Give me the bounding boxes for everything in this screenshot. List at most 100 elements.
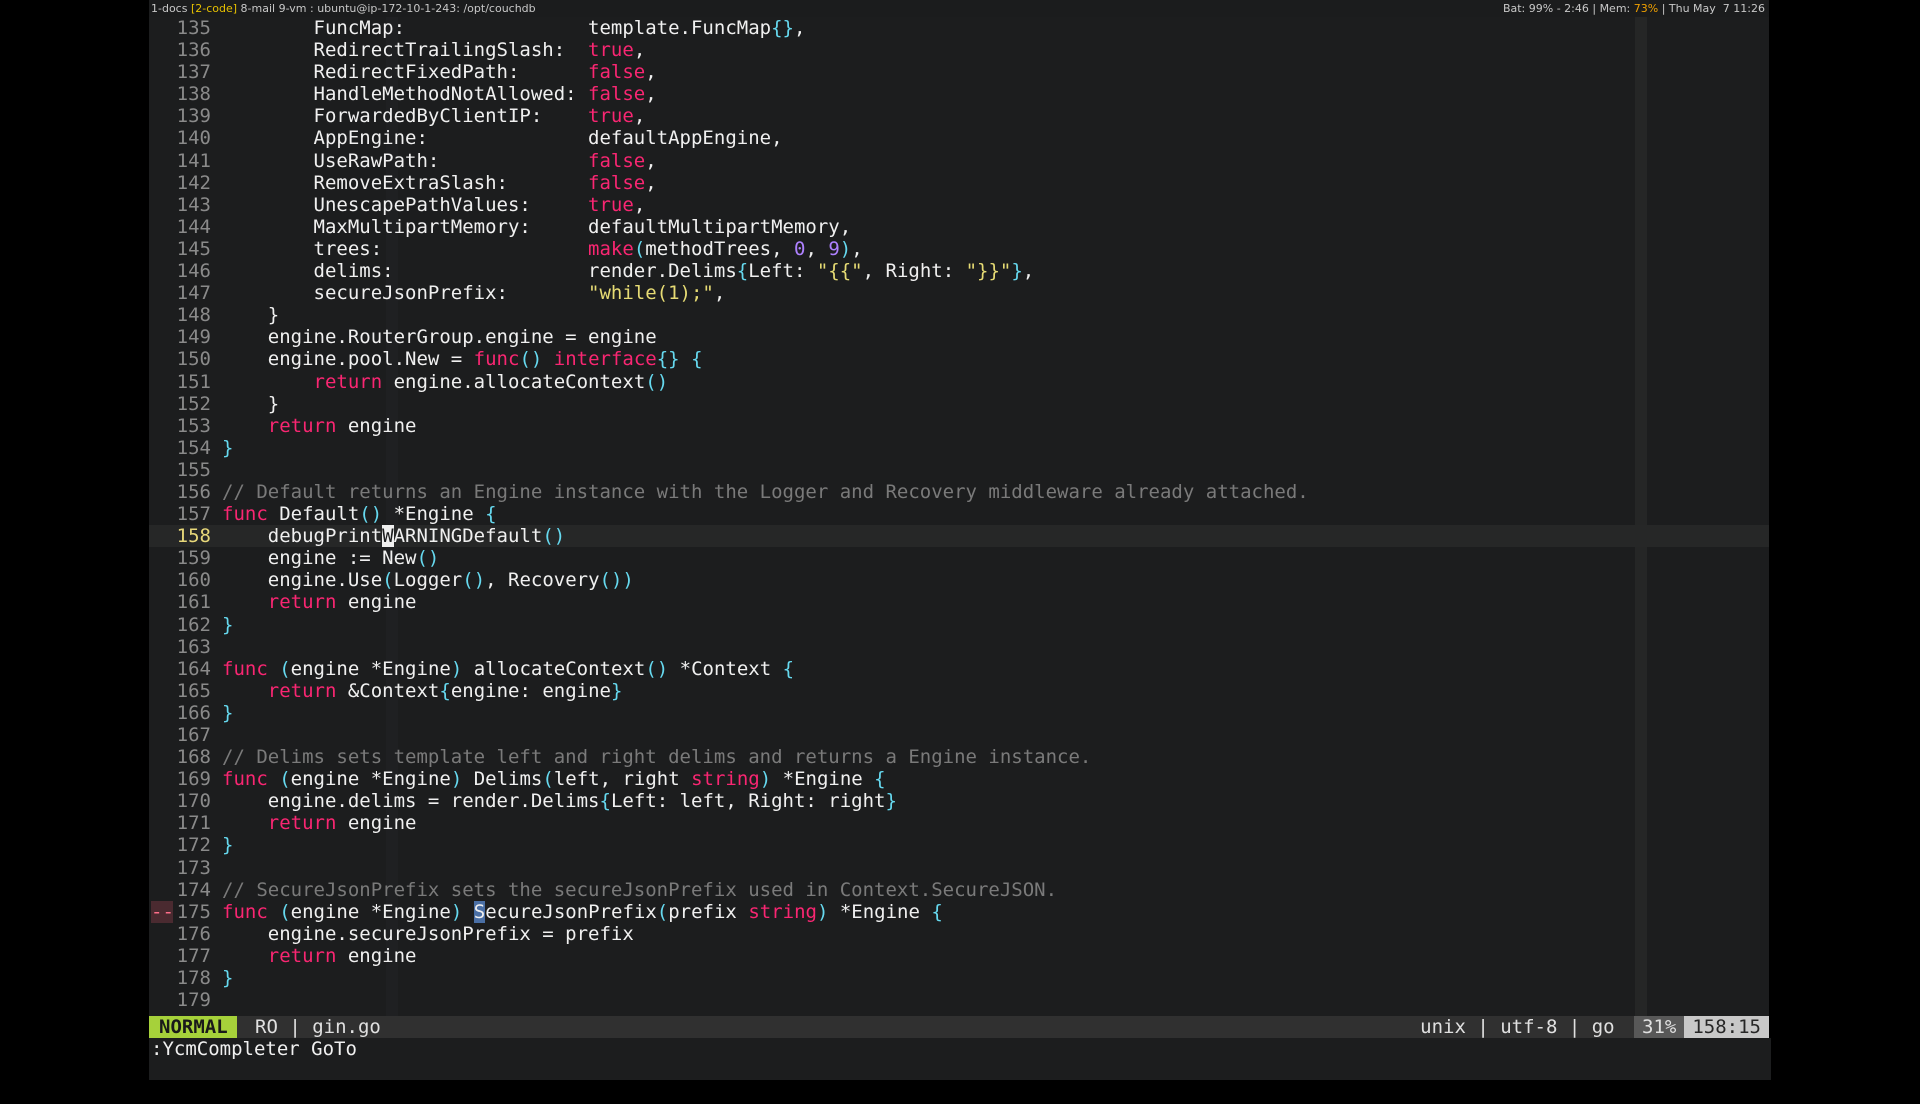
editor-pane[interactable]: 135 FuncMap: template.FuncMap{}, 136 Redi… — [149, 17, 1769, 1080]
code-line[interactable]: 174 // SecureJsonPrefix sets the secureJs… — [149, 879, 1769, 901]
code-text[interactable]: FuncMap: template.FuncMap{}, — [222, 17, 806, 39]
code-lines[interactable]: 135 FuncMap: template.FuncMap{}, 136 Redi… — [149, 17, 1769, 1011]
code-line[interactable]: 167 — [149, 724, 1769, 746]
code-text[interactable]: ForwardedByClientIP: true, — [222, 105, 646, 127]
tmux-window-prefix[interactable]: 1-docs — [151, 2, 191, 15]
code-text[interactable]: } — [222, 967, 233, 989]
code-line[interactable]: 169 func (engine *Engine) Delims(left, ri… — [149, 768, 1769, 790]
code-token: } — [222, 613, 234, 636]
code-line[interactable]: 164 func (engine *Engine) allocateContext… — [149, 658, 1769, 680]
code-line[interactable]: 149 engine.RouterGroup.engine = engine — [149, 326, 1769, 348]
code-token: } — [222, 701, 234, 724]
code-text[interactable]: // SecureJsonPrefix sets the secureJsonP… — [222, 879, 1057, 901]
code-line[interactable]: 136 RedirectTrailingSlash: true, — [149, 39, 1769, 61]
code-text[interactable]: debugPrintWARNINGDefault() — [222, 525, 565, 548]
code-text[interactable]: engine.RouterGroup.engine = engine — [222, 326, 657, 348]
code-text[interactable]: } — [222, 393, 279, 415]
code-line[interactable]: 154} — [149, 437, 1769, 459]
code-line[interactable]: 150 engine.pool.New = func() interface{}… — [149, 348, 1769, 370]
code-text[interactable]: } — [222, 614, 233, 636]
code-line[interactable]: 159 engine := New() — [149, 547, 1769, 569]
code-text[interactable]: MaxMultipartMemory: defaultMultipartMemo… — [222, 216, 852, 238]
code-line[interactable]: 135 FuncMap: template.FuncMap{}, — [149, 17, 1769, 39]
code-line[interactable]: 165 return &Context{engine: engine} — [149, 680, 1769, 702]
code-line[interactable]: 152 } — [149, 393, 1769, 415]
code-text[interactable]: engine.pool.New = func() interface{} { — [222, 348, 703, 370]
code-line[interactable]: 153 return engine — [149, 415, 1769, 437]
code-line[interactable]: 148 } — [149, 304, 1769, 326]
code-line[interactable]: 142 RemoveExtraSlash: false, — [149, 172, 1769, 194]
code-text[interactable]: return engine — [222, 591, 417, 613]
code-text[interactable]: return engine — [222, 415, 417, 437]
code-text[interactable]: return engine — [222, 812, 417, 834]
code-text[interactable]: engine.secureJsonPrefix = prefix — [222, 923, 634, 945]
code-line[interactable]: 161 return engine — [149, 591, 1769, 613]
code-text[interactable]: // Delims sets template left and right d… — [222, 746, 1091, 768]
code-text[interactable]: func Default() *Engine { — [222, 503, 497, 525]
code-line[interactable]: 171 return engine — [149, 812, 1769, 834]
code-line[interactable]: 145 trees: make(methodTrees, 0, 9), — [149, 238, 1769, 260]
code-line[interactable]: 177 return engine — [149, 945, 1769, 967]
code-text[interactable]: RemoveExtraSlash: false, — [222, 172, 657, 194]
code-text[interactable]: // Default returns an Engine instance wi… — [222, 481, 1309, 503]
code-line[interactable]: 137 RedirectFixedPath: false, — [149, 61, 1769, 83]
code-line[interactable]: 143 UnescapePathValues: true, — [149, 194, 1769, 216]
code-line[interactable]: 158 debugPrintWARNINGDefault() — [149, 525, 1769, 548]
tmux-active-window[interactable]: [2-code] — [191, 2, 237, 15]
code-text[interactable]: HandleMethodNotAllowed: false, — [222, 83, 657, 105]
code-line[interactable]: 151 return engine.allocateContext() — [149, 371, 1769, 393]
code-line[interactable]: 144 MaxMultipartMemory: defaultMultipart… — [149, 216, 1769, 238]
code-text[interactable]: RedirectTrailingSlash: true, — [222, 39, 646, 61]
code-line[interactable]: 170 engine.delims = render.Delims{Left: … — [149, 790, 1769, 812]
code-text[interactable]: engine := New() — [222, 547, 440, 569]
code-line[interactable]: 157 func Default() *Engine { — [149, 503, 1769, 525]
code-line[interactable]: 176 engine.secureJsonPrefix = prefix — [149, 923, 1769, 945]
code-text[interactable]: return engine — [222, 944, 417, 967]
code-text[interactable]: func (engine *Engine) SecureJsonPrefix(p… — [222, 900, 943, 923]
code-line[interactable]: 146 delims: render.Delims{Left: "{{", Ri… — [149, 260, 1769, 282]
command-line[interactable]: :YcmCompleter GoTo — [149, 1038, 1771, 1080]
code-text[interactable]: UnescapePathValues: true, — [222, 194, 646, 216]
code-token: engine.allocateContext — [382, 370, 646, 393]
code-text[interactable]: } — [222, 437, 233, 459]
code-line[interactable]: -- 175 func (engine *Engine) SecureJsonPre… — [149, 900, 1769, 923]
file-format-info: unix | utf-8 | go — [1420, 1016, 1627, 1038]
code-token: engine — [336, 944, 417, 967]
code-line[interactable]: 163 — [149, 636, 1769, 658]
tmux-window-suffix[interactable]: 8-mail 9-vm : ubuntu@ip-172-10-1-243: /o… — [237, 2, 536, 15]
code-line[interactable]: 162} — [149, 614, 1769, 636]
code-text[interactable]: func (engine *Engine) Delims(left, right… — [222, 768, 886, 790]
code-line[interactable]: 141 UseRawPath: false, — [149, 150, 1769, 172]
code-line[interactable]: 166} — [149, 702, 1769, 724]
code-line[interactable]: 179 — [149, 989, 1769, 1011]
code-text[interactable]: } — [222, 304, 279, 326]
code-line[interactable]: 138 HandleMethodNotAllowed: false, — [149, 83, 1769, 105]
code-text[interactable]: RedirectFixedPath: false, — [222, 61, 657, 83]
code-line[interactable]: 178} — [149, 967, 1769, 989]
code-line[interactable]: 155 — [149, 459, 1769, 481]
code-line[interactable]: 172} — [149, 834, 1769, 856]
code-text[interactable]: engine.Use(Logger(), Recovery()) — [222, 569, 634, 591]
code-line[interactable]: 168 // Delims sets template left and righ… — [149, 746, 1769, 768]
code-text[interactable]: return &Context{engine: engine} — [222, 680, 623, 702]
code-text[interactable]: func (engine *Engine) allocateContext() … — [222, 658, 794, 680]
code-line[interactable]: 173 — [149, 857, 1769, 879]
code-line[interactable]: 139 ForwardedByClientIP: true, — [149, 105, 1769, 127]
code-text[interactable]: return engine.allocateContext() — [222, 370, 669, 393]
code-text[interactable]: UseRawPath: false, — [222, 150, 657, 172]
code-token: { — [736, 260, 749, 283]
code-token: methodTrees, — [645, 237, 794, 260]
code-text[interactable]: } — [222, 834, 233, 856]
code-text[interactable]: secureJsonPrefix: "while(1);", — [222, 282, 726, 304]
code-text[interactable]: engine.delims = render.Delims{Left: left… — [222, 790, 897, 812]
code-line[interactable]: 147 secureJsonPrefix: "while(1);", — [149, 282, 1769, 304]
code-text[interactable]: delims: render.Delims{Left: "{{", Right:… — [222, 260, 1035, 283]
code-text[interactable]: AppEngine: defaultAppEngine, — [222, 127, 783, 149]
code-text[interactable]: trees: make(methodTrees, 0, 9), — [222, 238, 863, 260]
code-line[interactable]: 156 // Default returns an Engine instance… — [149, 481, 1769, 503]
code-text[interactable]: } — [222, 702, 233, 724]
code-line[interactable]: 140 AppEngine: defaultAppEngine, — [149, 127, 1769, 149]
code-token: AppEngine: defaultAppEngine, — [222, 127, 783, 150]
code-line[interactable]: 160 engine.Use(Logger(), Recovery()) — [149, 569, 1769, 591]
code-token: // SecureJsonPrefix sets the secureJsonP… — [222, 878, 1058, 901]
